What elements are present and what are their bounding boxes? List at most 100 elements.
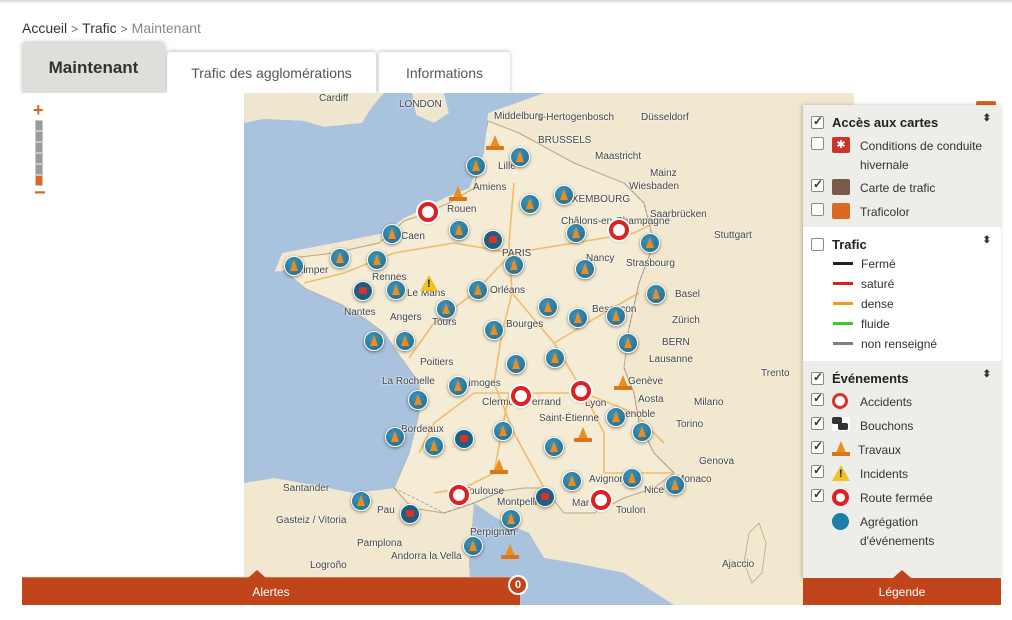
zoom-step[interactable] <box>35 164 43 175</box>
aggregation-marker[interactable] <box>575 259 595 279</box>
legend-item-incidents[interactable]: Incidents <box>811 461 993 485</box>
evenements-checkbox[interactable] <box>811 370 824 385</box>
bouchon-marker[interactable] <box>353 281 373 301</box>
aggregation-marker[interactable] <box>618 333 638 353</box>
aggregation-marker[interactable] <box>463 536 483 556</box>
legend-trafic-header[interactable]: Trafic ⬍ <box>811 233 993 255</box>
travaux-marker[interactable] <box>501 544 519 560</box>
aggregation-marker[interactable] <box>510 147 530 167</box>
trafic-checkbox[interactable] <box>811 237 824 251</box>
aggregation-marker[interactable] <box>640 233 660 253</box>
bouchon-marker[interactable] <box>535 487 555 507</box>
aggregation-marker[interactable] <box>468 280 488 300</box>
carte-trafic-checkbox[interactable] <box>811 177 824 192</box>
legende-bar[interactable]: Légende <box>803 570 1001 605</box>
legend-item-travaux[interactable]: Travaux <box>811 437 993 461</box>
hivernale-checkbox[interactable] <box>811 137 824 150</box>
aggregation-marker[interactable] <box>506 354 526 374</box>
sort-arrows-icon[interactable]: ⬍ <box>983 235 991 246</box>
route-fermee-marker[interactable] <box>418 202 438 222</box>
aggregation-marker[interactable] <box>606 407 626 427</box>
legend-item-accidents[interactable]: Accidents <box>811 389 993 413</box>
tab-maintenant[interactable]: Maintenant <box>22 43 165 93</box>
traficolor-checkbox[interactable] <box>811 203 824 216</box>
aggregation-marker[interactable] <box>351 491 371 511</box>
aggregation-marker[interactable] <box>382 224 402 244</box>
zoom-in-button[interactable]: + <box>33 101 44 119</box>
tab-informations[interactable]: Informations <box>379 52 510 94</box>
aggregation-marker[interactable] <box>568 308 588 328</box>
aggregation-marker[interactable] <box>544 437 564 457</box>
cartes-checkbox[interactable] <box>811 114 824 129</box>
aggregation-marker[interactable] <box>484 320 504 340</box>
bouchon-marker[interactable] <box>454 429 474 449</box>
aggregation-marker[interactable] <box>436 299 456 319</box>
aggregation-marker[interactable] <box>632 422 652 442</box>
zoom-slider[interactable] <box>35 120 43 186</box>
travaux-marker[interactable] <box>574 427 592 443</box>
sort-arrows-icon[interactable]: ⬍ <box>983 113 991 124</box>
travaux-marker[interactable] <box>486 135 504 151</box>
aggregation-marker[interactable] <box>501 509 521 529</box>
sort-arrows-icon[interactable]: ⬍ <box>983 369 991 380</box>
aggregation-marker[interactable] <box>364 331 384 351</box>
incidents-checkbox[interactable] <box>811 463 824 478</box>
traffic-map[interactable]: Cardiff LONDON Middelburg 's-Hertogenbos… <box>244 93 854 605</box>
accidents-checkbox[interactable] <box>811 391 824 406</box>
aggregation-marker[interactable] <box>493 421 513 441</box>
zoom-out-button[interactable]: − <box>34 183 46 203</box>
travaux-marker[interactable] <box>449 186 467 202</box>
aggregation-marker[interactable] <box>538 297 558 317</box>
route-fermee-marker[interactable] <box>511 386 531 406</box>
breadcrumb-trafic[interactable]: Trafic <box>82 20 116 36</box>
aggregation-marker[interactable] <box>646 284 666 304</box>
route-fermee-marker[interactable] <box>591 490 611 510</box>
route-fermee-marker[interactable] <box>571 381 591 401</box>
tab-trafic-agglomerations[interactable]: Trafic des agglomérations <box>167 52 376 94</box>
legend-item-hivernale[interactable]: ✱ Conditions de conduite hivernale <box>811 133 993 175</box>
travaux-marker[interactable] <box>490 459 508 475</box>
breadcrumb-home[interactable]: Accueil <box>22 20 67 36</box>
aggregation-marker[interactable] <box>622 468 642 488</box>
aggregation-marker[interactable] <box>665 475 685 495</box>
legend-item-route-fermee[interactable]: Route fermée <box>811 485 993 509</box>
aggregation-marker[interactable] <box>554 185 574 205</box>
bouchon-marker[interactable] <box>483 230 503 250</box>
legend-item-carte-trafic[interactable]: Carte de trafic <box>811 175 993 199</box>
route-fermee-marker[interactable] <box>609 220 629 240</box>
aggregation-marker[interactable] <box>606 306 626 326</box>
zoom-step[interactable] <box>35 131 43 142</box>
aggregation-marker[interactable] <box>395 331 415 351</box>
legend-item-bouchons[interactable]: Bouchons <box>811 413 993 437</box>
aggregation-marker[interactable] <box>562 471 582 491</box>
bouchons-checkbox[interactable] <box>811 415 824 430</box>
aggregation-marker[interactable] <box>367 250 387 270</box>
legend-cartes-header[interactable]: Accès aux cartes ⬍ <box>811 111 993 133</box>
aggregation-marker[interactable] <box>466 156 486 176</box>
route-fermee-marker[interactable] <box>449 485 469 505</box>
aggregation-marker[interactable] <box>408 390 428 410</box>
aggregation-marker[interactable] <box>284 256 304 276</box>
aggregation-marker[interactable] <box>386 280 406 300</box>
zoom-step[interactable] <box>35 120 43 131</box>
incident-marker[interactable] <box>420 275 438 293</box>
aggregation-marker[interactable] <box>520 194 540 214</box>
aggregation-marker[interactable] <box>424 436 444 456</box>
zoom-step[interactable] <box>35 142 43 153</box>
legend-item-traficolor[interactable]: Traficolor <box>811 199 993 223</box>
bouchon-marker[interactable] <box>400 504 420 524</box>
aggregation-marker[interactable] <box>448 376 468 396</box>
alertes-bar[interactable]: Alertes <box>22 570 520 605</box>
legend-evenements-header[interactable]: Événements ⬍ <box>811 367 993 389</box>
aggregation-marker[interactable] <box>449 220 469 240</box>
zoom-step[interactable] <box>35 153 43 164</box>
aggregation-marker[interactable] <box>566 223 586 243</box>
travaux-marker[interactable] <box>614 375 632 391</box>
legend-section-trafic: Trafic ⬍ Fermé saturé dense fluide non r… <box>803 227 1001 361</box>
aggregation-marker[interactable] <box>504 255 524 275</box>
travaux-checkbox[interactable] <box>811 439 824 454</box>
route-fermee-checkbox[interactable] <box>811 487 824 502</box>
aggregation-marker[interactable] <box>330 248 350 268</box>
aggregation-marker[interactable] <box>385 427 405 447</box>
aggregation-marker[interactable] <box>545 348 565 368</box>
